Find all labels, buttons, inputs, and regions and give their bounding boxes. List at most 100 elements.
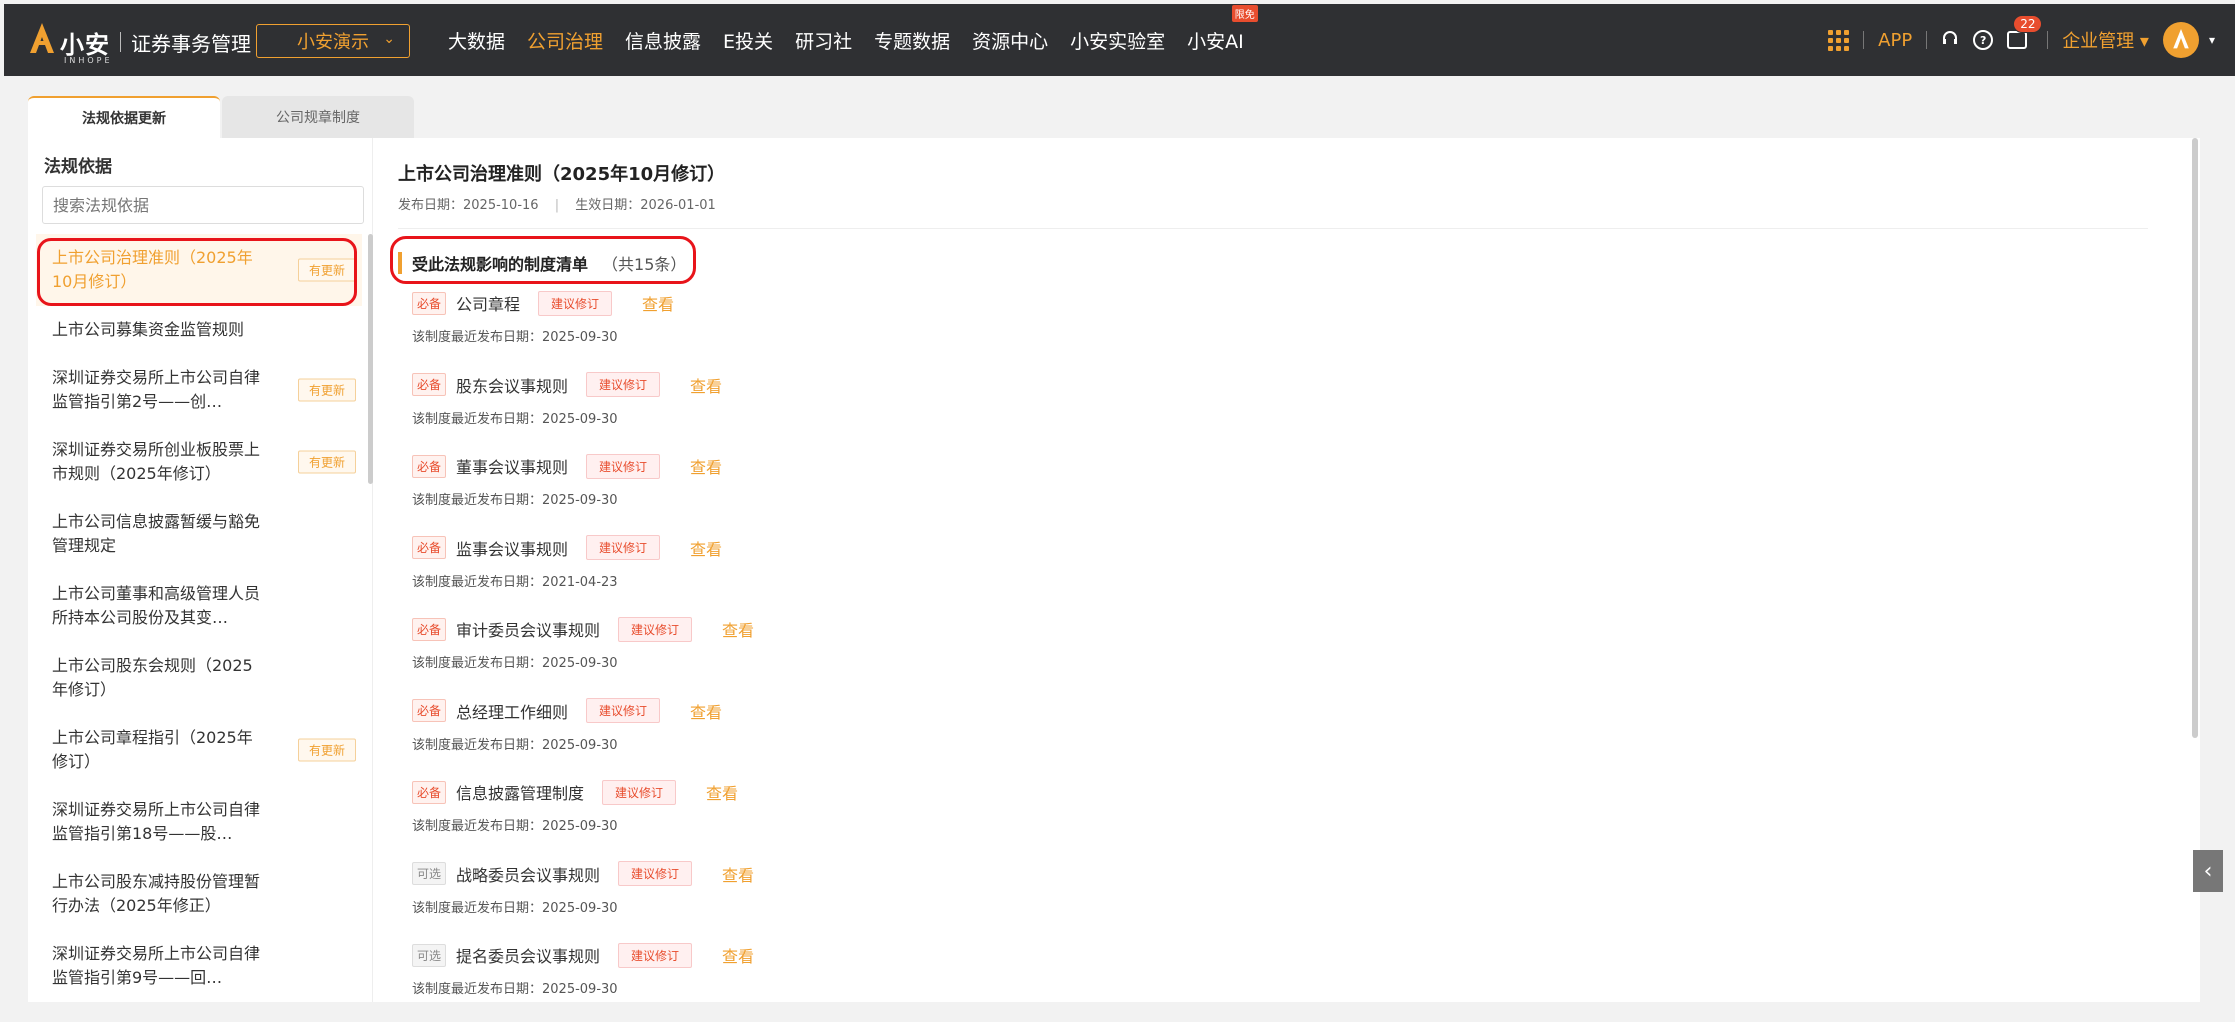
suggest-revision-badge: 建议修订 xyxy=(586,698,661,723)
apps-grid-icon[interactable] xyxy=(1828,29,1850,51)
headset-icon[interactable] xyxy=(1941,29,1959,52)
publish-date: 2025-10-16 xyxy=(463,198,539,213)
regulation-date-line: 该制度最近发布日期：2021-04-23 xyxy=(412,571,754,590)
date-label: 该制度最近发布日期： xyxy=(412,900,543,916)
sidebar-scrollbar[interactable] xyxy=(368,234,373,484)
regulation-sidebar: 法规依据 上市公司治理准则（2025年10月修订）有更新上市公司募集资金监管规则… xyxy=(28,138,373,1002)
view-link[interactable]: 查看 xyxy=(690,454,722,478)
date-value: 2025-09-30 xyxy=(542,330,618,345)
date-label: 该制度最近发布日期： xyxy=(412,982,543,997)
regulation-name: 监事会议事规则 xyxy=(456,539,569,559)
caret-down-icon: ▾ xyxy=(2139,31,2149,52)
sidebar-item-label: 上市公司股东会规则（2025年修订） xyxy=(52,656,253,699)
suggest-revision-badge: 建议修订 xyxy=(586,372,661,397)
sidebar-item[interactable]: 深圳证券交易所创业板股票上市规则（2025年修订） 有更新 xyxy=(36,426,362,498)
regulation-name: 董事会议事规则 xyxy=(456,458,569,477)
update-badge: 有更新 xyxy=(297,378,356,402)
view-link[interactable]: 查看 xyxy=(706,780,738,804)
view-link[interactable]: 查看 xyxy=(722,617,754,641)
tab-regulation-updates[interactable]: 法规依据更新 xyxy=(28,96,220,138)
regulation-name: 公司章程 xyxy=(456,295,521,314)
message-icon[interactable]: 22 xyxy=(2007,15,2043,49)
nav-item-label: 小安实验室 xyxy=(1070,30,1166,53)
date-label: 该制度最近发布日期： xyxy=(412,574,543,590)
list-item: 可选 提名委员会议事规则 建议修订 查看 该制度最近发布日期：2025-09-30 xyxy=(412,940,754,1022)
view-link[interactable]: 查看 xyxy=(722,862,754,886)
regulation-row: 可选 战略委员会议事规则 建议修订 查看 xyxy=(412,859,754,889)
sidebar-item[interactable]: 深圳证券交易所上市公司自律监管指引第2号——创… 有更新 xyxy=(36,354,362,426)
regulation-row: 必备 股东会议事规则 建议修订 查看 xyxy=(412,370,754,400)
nav-item[interactable]: 公司治理 xyxy=(527,27,603,54)
affected-regulation-list: 必备 公司章程 建议修订 查看 该制度最近发布日期：2025-09-30 必备 股东会议事规… xyxy=(412,288,754,1022)
nav-item[interactable]: 研习社 xyxy=(795,27,852,54)
selected-item-highlight xyxy=(37,238,357,306)
view-link[interactable]: 查看 xyxy=(722,943,754,967)
view-link[interactable]: 查看 xyxy=(690,536,722,560)
regulation-name: 总经理工作细则 xyxy=(456,702,569,722)
view-link[interactable]: 查看 xyxy=(690,699,722,723)
sidebar-item[interactable]: 深圳证券交易所上市公司自律监管指引第18号——股… xyxy=(36,786,362,858)
view-link[interactable]: 查看 xyxy=(690,373,722,397)
nav-item[interactable]: 大数据 xyxy=(448,27,505,54)
main-scrollbar[interactable] xyxy=(2192,138,2198,738)
sidebar-item[interactable]: 上市公司章程指引（2025年修订） 有更新 xyxy=(36,714,362,786)
nav-item-label: 研习社 xyxy=(795,30,853,53)
suggest-revision-badge: 建议修订 xyxy=(586,535,661,560)
avatar[interactable] xyxy=(2162,22,2199,58)
date-value: 2025-09-30 xyxy=(542,656,618,671)
company-select-value: 小安演示 xyxy=(297,32,369,53)
requirement-tag: 可选 xyxy=(412,943,447,967)
list-item: 必备 董事会议事规则 建议修订 查看 该制度最近发布日期：2025-09-30 xyxy=(412,451,754,533)
nav-item-label: 大数据 xyxy=(448,30,506,53)
sidebar-item-label: 深圳证券交易所上市公司自律监管指引第2号——创… xyxy=(52,368,261,411)
suggest-revision-badge: 建议修订 xyxy=(586,453,661,479)
logo[interactable]: 小安 INHOPE 证券事务管理 xyxy=(30,22,251,65)
list-item: 可选 战略委员会议事规则 建议修订 查看 该制度最近发布日期：2025-09-30 xyxy=(412,859,754,941)
company-select[interactable]: 小安演示 ⌄ xyxy=(256,24,410,58)
sidebar-item[interactable]: 深圳证券交易所上市公司自律监管指引第9号——回… xyxy=(36,930,362,1002)
view-link[interactable]: 查看 xyxy=(642,291,674,315)
regulation-row: 必备 监事会议事规则 建议修订 查看 xyxy=(412,533,754,563)
nav-item[interactable]: 专题数据 xyxy=(874,27,950,54)
brand-divider xyxy=(120,32,121,52)
sidebar-item[interactable]: 上市公司信息披露暂缓与豁免管理规定 xyxy=(36,498,362,570)
regulation-date-line: 该制度最近发布日期：2025-09-30 xyxy=(412,326,754,345)
regulation-name: 信息披露管理制度 xyxy=(456,784,585,803)
regulation-row: 可选 提名委员会议事规则 建议修订 查看 xyxy=(412,940,754,970)
sidebar-item[interactable]: 上市公司募集资金监管规则 xyxy=(36,306,362,354)
list-item: 必备 监事会议事规则 建议修订 查看 该制度最近发布日期：2021-04-23 xyxy=(412,533,754,615)
tab-company-rules[interactable]: 公司规章制度 xyxy=(222,96,414,138)
nav-item[interactable]: 小安AI 限免 xyxy=(1187,4,1258,54)
date-value: 2025-09-30 xyxy=(542,411,618,427)
regulation-list: 上市公司治理准则（2025年10月修订） 有更新 上市公司募集资金监管规则 深圳证券交… xyxy=(36,234,362,1002)
org-menu[interactable]: 企业管理 ▾ xyxy=(2062,27,2149,53)
nav-badge: 限免 xyxy=(1231,4,1258,22)
sidebar-item[interactable]: 上市公司股东减持股份管理暂行办法（2025年修正） xyxy=(36,858,362,930)
section-divider xyxy=(398,228,2148,229)
collapse-left-icon[interactable]: ‹ xyxy=(2193,850,2223,892)
nav-item[interactable]: 信息披露 xyxy=(625,27,701,54)
avatar-chevron-icon[interactable]: ▾ xyxy=(2209,33,2215,47)
document-detail: 上市公司治理准则（2025年10月修订） 发布日期：2025-10-16 | 生… xyxy=(390,138,2178,1002)
app-link[interactable]: APP xyxy=(1878,30,1912,51)
nav-item[interactable]: E投关 xyxy=(723,27,773,54)
effective-label: 生效日期： xyxy=(575,198,641,213)
suggest-revision-badge: 建议修订 xyxy=(618,942,693,968)
regulation-name: 战略委员会议事规则 xyxy=(456,865,601,885)
chevron-down-icon: ⌄ xyxy=(383,31,395,47)
header-tools: APP ? 22 企业管理 ▾ ▾ xyxy=(1828,4,2235,76)
date-value: 2025-09-30 xyxy=(542,982,618,997)
regulation-row: 必备 董事会议事规则 建议修订 查看 xyxy=(412,451,754,481)
requirement-tag: 必备 xyxy=(412,454,447,478)
sidebar-item[interactable]: 上市公司股东会规则（2025年修订） xyxy=(36,642,362,714)
sidebar-item[interactable]: 上市公司董事和高级管理人员所持本公司股份及其变… xyxy=(36,570,362,642)
document-title: 上市公司治理准则（2025年10月修订） xyxy=(398,164,726,185)
help-icon[interactable]: ? xyxy=(1973,30,1994,50)
sidebar-item-label: 上市公司股东减持股份管理暂行办法（2025年修正） xyxy=(52,872,261,915)
regulation-row: 必备 总经理工作细则 建议修订 查看 xyxy=(412,696,754,726)
update-badge: 有更新 xyxy=(297,450,356,474)
nav-item[interactable]: 小安实验室 xyxy=(1070,27,1165,54)
date-label: 该制度最近发布日期： xyxy=(412,737,543,753)
regulation-search-input[interactable] xyxy=(42,186,364,224)
nav-item[interactable]: 资源中心 xyxy=(972,27,1048,54)
